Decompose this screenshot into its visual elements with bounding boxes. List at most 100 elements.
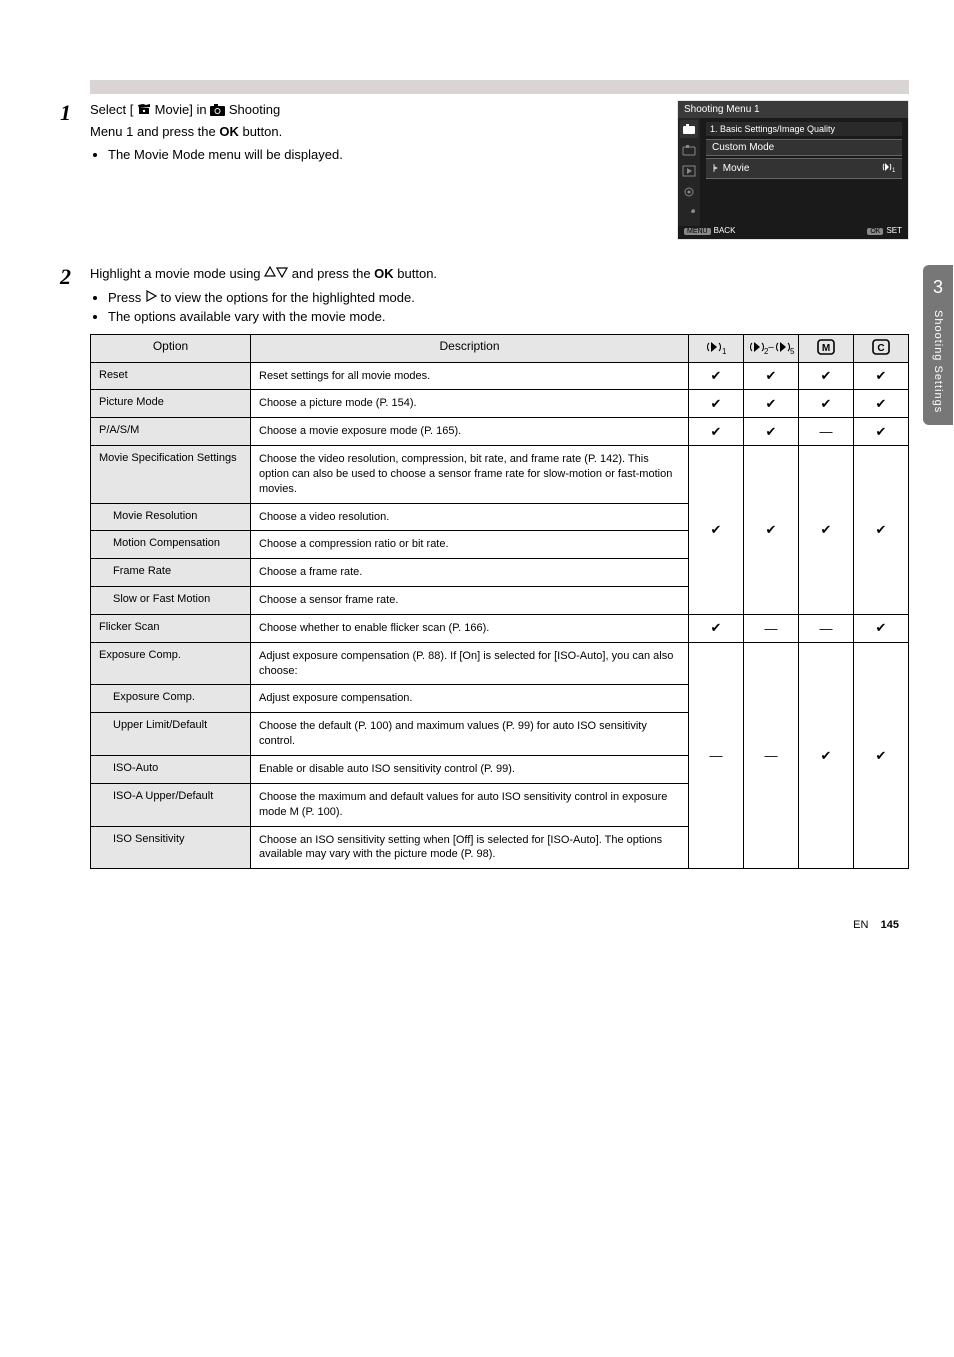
bullet-text-b: to view the options for the highlighted … [160, 290, 414, 305]
step-2-text-c: button. [394, 266, 437, 281]
movie-mode-2-5-icon: 2 – 5 [744, 334, 799, 362]
menu-screenshot: Shooting Menu 1 1. Basic Settings/Image … [677, 100, 909, 240]
dash-cell: — [744, 614, 799, 642]
suboption-cell: ISO-Auto [91, 756, 251, 784]
menu-row-label: Custom Mode [712, 142, 774, 153]
svg-text:–: – [768, 342, 774, 353]
svg-text:1: 1 [722, 347, 727, 356]
option-cell: Flicker Scan [91, 614, 251, 642]
check-cell: ✔ [744, 418, 799, 446]
desc-cell: Choose a movie exposure mode (P. 165). [251, 418, 689, 446]
desc-cell: Choose whether to enable flicker scan (P… [251, 614, 689, 642]
dash-cell: — [744, 642, 799, 868]
desc-cell: Choose an ISO sensitivity setting when [… [251, 826, 689, 869]
screenshot-menu-row: Custom Mode [706, 139, 902, 156]
desc-cell: Choose the maximum and default values fo… [251, 783, 689, 826]
step-1-text-c: Shooting [229, 102, 280, 117]
page-number: 145 [881, 919, 899, 931]
section-tab: 3 Shooting Settings [923, 265, 953, 425]
svg-text:C: C [877, 343, 884, 354]
gear-tab-icon [680, 183, 698, 201]
desc-cell: Reset settings for all movie modes. [251, 362, 689, 390]
step-1-text-d: Menu 1 and press the [90, 124, 219, 139]
check-cell: ✔ [689, 390, 744, 418]
step-2-bullet: Press to view the options for the highli… [108, 290, 909, 305]
menu-button-label: MENU [684, 228, 711, 235]
movie-mode-1-icon: 1 [689, 334, 744, 362]
col-option: Option [91, 334, 251, 362]
menu-row-label: Movie [712, 163, 749, 174]
check-cell: ✔ [744, 446, 799, 615]
check-cell: ✔ [744, 362, 799, 390]
page-footer: EN 145 [90, 919, 909, 931]
desc-cell: Choose a picture mode (P. 154). [251, 390, 689, 418]
check-cell: ✔ [799, 362, 854, 390]
step-1-text-a: Select [ [90, 102, 133, 117]
camera1-tab-icon [680, 120, 698, 138]
camera-icon: 1 [210, 102, 225, 122]
col-description: Description [251, 334, 689, 362]
section-number: 3 [933, 277, 943, 298]
desc-cell: Choose a video resolution. [251, 503, 689, 531]
check-cell: ✔ [854, 390, 909, 418]
option-cell: Reset [91, 362, 251, 390]
movie-mode-1-icon: 1 [880, 161, 896, 176]
arrow-down-icon [276, 266, 288, 281]
check-cell: ✔ [689, 614, 744, 642]
check-cell: ✔ [689, 446, 744, 615]
svg-text:5: 5 [790, 347, 795, 356]
arrow-right-icon [145, 290, 157, 305]
suboption-cell: ISO-A Upper/Default [91, 783, 251, 826]
suboption-cell: Upper Limit/Default [91, 713, 251, 756]
option-cell: Movie Specification Settings [91, 446, 251, 504]
movie-mode-feature-table: Option Description 1 2 – 5 M [90, 334, 909, 870]
suboption-cell: Exposure Comp. [91, 685, 251, 713]
check-cell: ✔ [799, 390, 854, 418]
ok-button-text: OK [219, 124, 239, 139]
screenshot-heading: 1. Basic Settings/Image Quality [706, 122, 902, 136]
option-cell: P/A/S/M [91, 418, 251, 446]
check-cell: ✔ [854, 418, 909, 446]
desc-cell: Adjust exposure compensation. [251, 685, 689, 713]
desc-cell: Adjust exposure compensation (P. 88). If… [251, 642, 689, 685]
dash-cell: — [799, 418, 854, 446]
ok-button-label: OK [867, 228, 883, 235]
screenshot-menu-row: Movie 1 [706, 158, 902, 179]
check-cell: ✔ [744, 390, 799, 418]
desc-cell: Choose a sensor frame rate. [251, 587, 689, 615]
option-cell: Exposure Comp. [91, 642, 251, 685]
screenshot-title: Shooting Menu 1 [678, 101, 908, 118]
svg-text:1: 1 [892, 168, 896, 174]
arrow-up-icon [264, 266, 276, 281]
step-1-number: 1 [60, 100, 71, 126]
movie-mode-C-icon: C [854, 334, 909, 362]
check-cell: ✔ [854, 614, 909, 642]
bullet-text-a: Press [108, 290, 145, 305]
suboption-cell: Motion Compensation [91, 531, 251, 559]
step-2-text-a: Highlight a movie mode using [90, 266, 264, 281]
check-cell: ✔ [799, 446, 854, 615]
section-label: Shooting Settings [932, 310, 944, 413]
step-2-bullet: The options available vary with the movi… [108, 309, 909, 324]
desc-cell: Choose the video resolution, compression… [251, 446, 689, 504]
svg-text:M: M [822, 343, 830, 354]
play-tab-icon [680, 162, 698, 180]
dash-cell: — [689, 642, 744, 868]
suboption-cell: Frame Rate [91, 559, 251, 587]
set-label: SET [886, 226, 902, 235]
step-1-text-b: Movie] in [155, 102, 211, 117]
ok-button-text: OK [374, 266, 394, 281]
back-label: BACK [714, 226, 736, 235]
step-2-text-b: and press the [292, 266, 374, 281]
check-cell: ✔ [854, 642, 909, 868]
desc-cell: Choose the default (P. 100) and maximum … [251, 713, 689, 756]
camera2-tab-icon [680, 141, 698, 159]
wrench-tab-icon [680, 204, 698, 222]
check-cell: ✔ [799, 642, 854, 868]
footer-lang: EN [853, 919, 868, 931]
step-1-text-e: button. [239, 124, 282, 139]
check-cell: ✔ [854, 362, 909, 390]
desc-cell: Choose a frame rate. [251, 559, 689, 587]
check-cell: ✔ [689, 362, 744, 390]
desc-cell: Choose a compression ratio or bit rate. [251, 531, 689, 559]
